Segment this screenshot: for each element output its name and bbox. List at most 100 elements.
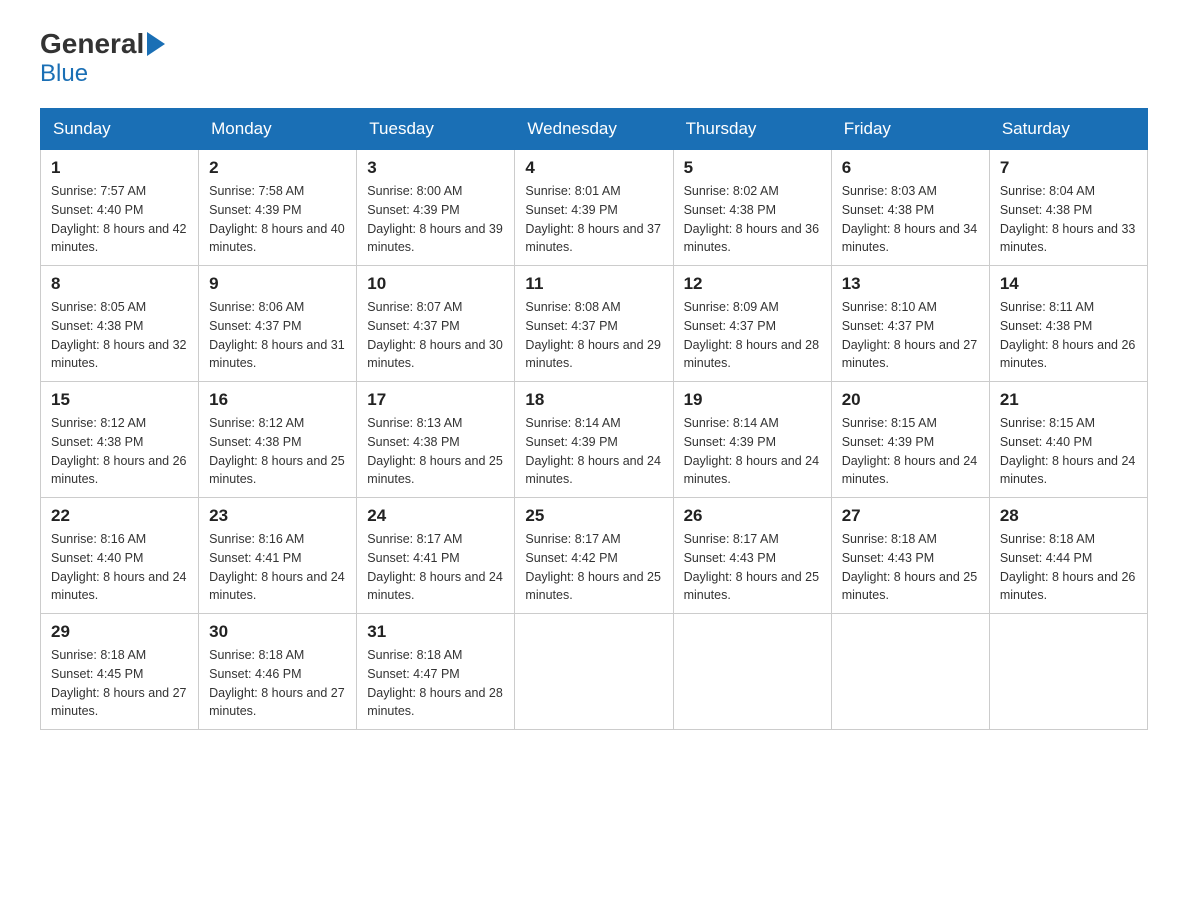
day-number: 11	[525, 274, 662, 294]
day-number: 17	[367, 390, 504, 410]
day-number: 30	[209, 622, 346, 642]
calendar-cell: 3 Sunrise: 8:00 AM Sunset: 4:39 PM Dayli…	[357, 150, 515, 266]
day-info: Sunrise: 8:04 AM Sunset: 4:38 PM Dayligh…	[1000, 182, 1137, 257]
day-number: 7	[1000, 158, 1137, 178]
logo: General Blue	[40, 30, 168, 88]
day-number: 4	[525, 158, 662, 178]
calendar-cell: 7 Sunrise: 8:04 AM Sunset: 4:38 PM Dayli…	[989, 150, 1147, 266]
logo-general-text: General	[40, 30, 144, 58]
calendar-cell: 31 Sunrise: 8:18 AM Sunset: 4:47 PM Dayl…	[357, 614, 515, 730]
weekday-header-tuesday: Tuesday	[357, 109, 515, 150]
day-number: 12	[684, 274, 821, 294]
calendar-week-row: 29 Sunrise: 8:18 AM Sunset: 4:45 PM Dayl…	[41, 614, 1148, 730]
calendar-cell: 6 Sunrise: 8:03 AM Sunset: 4:38 PM Dayli…	[831, 150, 989, 266]
weekday-header-thursday: Thursday	[673, 109, 831, 150]
day-number: 6	[842, 158, 979, 178]
calendar-cell: 25 Sunrise: 8:17 AM Sunset: 4:42 PM Dayl…	[515, 498, 673, 614]
calendar-cell: 8 Sunrise: 8:05 AM Sunset: 4:38 PM Dayli…	[41, 266, 199, 382]
day-info: Sunrise: 8:15 AM Sunset: 4:40 PM Dayligh…	[1000, 414, 1137, 489]
day-info: Sunrise: 8:18 AM Sunset: 4:45 PM Dayligh…	[51, 646, 188, 721]
day-number: 20	[842, 390, 979, 410]
day-number: 27	[842, 506, 979, 526]
calendar-cell: 29 Sunrise: 8:18 AM Sunset: 4:45 PM Dayl…	[41, 614, 199, 730]
day-info: Sunrise: 8:00 AM Sunset: 4:39 PM Dayligh…	[367, 182, 504, 257]
calendar-cell: 5 Sunrise: 8:02 AM Sunset: 4:38 PM Dayli…	[673, 150, 831, 266]
calendar-cell: 2 Sunrise: 7:58 AM Sunset: 4:39 PM Dayli…	[199, 150, 357, 266]
day-info: Sunrise: 8:08 AM Sunset: 4:37 PM Dayligh…	[525, 298, 662, 373]
calendar-cell: 28 Sunrise: 8:18 AM Sunset: 4:44 PM Dayl…	[989, 498, 1147, 614]
calendar-cell	[989, 614, 1147, 730]
day-info: Sunrise: 8:16 AM Sunset: 4:41 PM Dayligh…	[209, 530, 346, 605]
day-number: 2	[209, 158, 346, 178]
calendar-cell: 24 Sunrise: 8:17 AM Sunset: 4:41 PM Dayl…	[357, 498, 515, 614]
calendar-cell	[673, 614, 831, 730]
calendar-cell: 23 Sunrise: 8:16 AM Sunset: 4:41 PM Dayl…	[199, 498, 357, 614]
day-number: 26	[684, 506, 821, 526]
day-info: Sunrise: 8:18 AM Sunset: 4:46 PM Dayligh…	[209, 646, 346, 721]
day-info: Sunrise: 8:12 AM Sunset: 4:38 PM Dayligh…	[51, 414, 188, 489]
day-info: Sunrise: 8:14 AM Sunset: 4:39 PM Dayligh…	[525, 414, 662, 489]
day-info: Sunrise: 8:10 AM Sunset: 4:37 PM Dayligh…	[842, 298, 979, 373]
calendar-cell: 4 Sunrise: 8:01 AM Sunset: 4:39 PM Dayli…	[515, 150, 673, 266]
page-header: General Blue	[40, 30, 1148, 88]
day-number: 9	[209, 274, 346, 294]
calendar-cell: 9 Sunrise: 8:06 AM Sunset: 4:37 PM Dayli…	[199, 266, 357, 382]
calendar-cell: 26 Sunrise: 8:17 AM Sunset: 4:43 PM Dayl…	[673, 498, 831, 614]
day-number: 21	[1000, 390, 1137, 410]
calendar-week-row: 22 Sunrise: 8:16 AM Sunset: 4:40 PM Dayl…	[41, 498, 1148, 614]
day-info: Sunrise: 8:02 AM Sunset: 4:38 PM Dayligh…	[684, 182, 821, 257]
calendar-cell: 21 Sunrise: 8:15 AM Sunset: 4:40 PM Dayl…	[989, 382, 1147, 498]
day-number: 28	[1000, 506, 1137, 526]
calendar-week-row: 8 Sunrise: 8:05 AM Sunset: 4:38 PM Dayli…	[41, 266, 1148, 382]
weekday-header-wednesday: Wednesday	[515, 109, 673, 150]
logo-triangle-icon	[147, 32, 165, 56]
calendar-cell	[831, 614, 989, 730]
weekday-header-row: SundayMondayTuesdayWednesdayThursdayFrid…	[41, 109, 1148, 150]
calendar-cell: 22 Sunrise: 8:16 AM Sunset: 4:40 PM Dayl…	[41, 498, 199, 614]
calendar-cell: 12 Sunrise: 8:09 AM Sunset: 4:37 PM Dayl…	[673, 266, 831, 382]
day-number: 25	[525, 506, 662, 526]
day-number: 16	[209, 390, 346, 410]
day-number: 5	[684, 158, 821, 178]
day-info: Sunrise: 8:03 AM Sunset: 4:38 PM Dayligh…	[842, 182, 979, 257]
day-number: 23	[209, 506, 346, 526]
weekday-header-saturday: Saturday	[989, 109, 1147, 150]
calendar-week-row: 1 Sunrise: 7:57 AM Sunset: 4:40 PM Dayli…	[41, 150, 1148, 266]
day-info: Sunrise: 8:01 AM Sunset: 4:39 PM Dayligh…	[525, 182, 662, 257]
day-number: 22	[51, 506, 188, 526]
day-number: 18	[525, 390, 662, 410]
calendar-cell: 27 Sunrise: 8:18 AM Sunset: 4:43 PM Dayl…	[831, 498, 989, 614]
day-number: 13	[842, 274, 979, 294]
calendar-cell	[515, 614, 673, 730]
day-info: Sunrise: 8:15 AM Sunset: 4:39 PM Dayligh…	[842, 414, 979, 489]
day-number: 14	[1000, 274, 1137, 294]
day-info: Sunrise: 8:05 AM Sunset: 4:38 PM Dayligh…	[51, 298, 188, 373]
calendar-cell: 19 Sunrise: 8:14 AM Sunset: 4:39 PM Dayl…	[673, 382, 831, 498]
day-info: Sunrise: 8:14 AM Sunset: 4:39 PM Dayligh…	[684, 414, 821, 489]
day-number: 8	[51, 274, 188, 294]
calendar-cell: 16 Sunrise: 8:12 AM Sunset: 4:38 PM Dayl…	[199, 382, 357, 498]
weekday-header-sunday: Sunday	[41, 109, 199, 150]
day-number: 15	[51, 390, 188, 410]
calendar-table: SundayMondayTuesdayWednesdayThursdayFrid…	[40, 108, 1148, 730]
calendar-cell: 20 Sunrise: 8:15 AM Sunset: 4:39 PM Dayl…	[831, 382, 989, 498]
day-info: Sunrise: 8:09 AM Sunset: 4:37 PM Dayligh…	[684, 298, 821, 373]
day-info: Sunrise: 8:13 AM Sunset: 4:38 PM Dayligh…	[367, 414, 504, 489]
day-info: Sunrise: 8:18 AM Sunset: 4:43 PM Dayligh…	[842, 530, 979, 605]
calendar-cell: 1 Sunrise: 7:57 AM Sunset: 4:40 PM Dayli…	[41, 150, 199, 266]
calendar-cell: 11 Sunrise: 8:08 AM Sunset: 4:37 PM Dayl…	[515, 266, 673, 382]
logo-blue-text: Blue	[40, 60, 88, 88]
calendar-cell: 15 Sunrise: 8:12 AM Sunset: 4:38 PM Dayl…	[41, 382, 199, 498]
calendar-cell: 30 Sunrise: 8:18 AM Sunset: 4:46 PM Dayl…	[199, 614, 357, 730]
weekday-header-monday: Monday	[199, 109, 357, 150]
day-info: Sunrise: 8:17 AM Sunset: 4:43 PM Dayligh…	[684, 530, 821, 605]
day-number: 3	[367, 158, 504, 178]
day-number: 10	[367, 274, 504, 294]
day-info: Sunrise: 8:18 AM Sunset: 4:47 PM Dayligh…	[367, 646, 504, 721]
day-number: 19	[684, 390, 821, 410]
day-info: Sunrise: 8:06 AM Sunset: 4:37 PM Dayligh…	[209, 298, 346, 373]
day-number: 1	[51, 158, 188, 178]
day-info: Sunrise: 8:12 AM Sunset: 4:38 PM Dayligh…	[209, 414, 346, 489]
calendar-cell: 14 Sunrise: 8:11 AM Sunset: 4:38 PM Dayl…	[989, 266, 1147, 382]
day-number: 31	[367, 622, 504, 642]
